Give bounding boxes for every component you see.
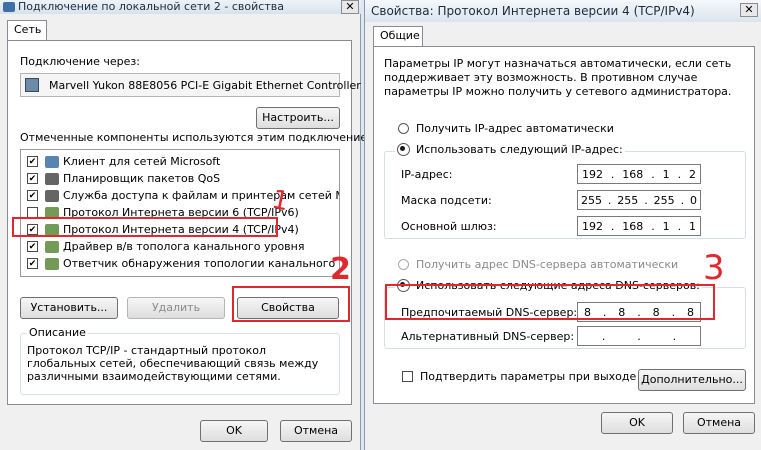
- component-label: Планировщик пакетов QoS: [63, 172, 221, 185]
- component-row[interactable]: Клиент для сетей Microsoft: [21, 154, 339, 171]
- mask-octet: 255: [580, 193, 602, 207]
- component-row[interactable]: Драйвер в/в тополога канального уровня: [21, 239, 339, 256]
- remove-button[interactable]: Удалить: [127, 297, 225, 319]
- manual-ip-group: Использовать следующий IP-адрес: IP-адре…: [384, 143, 746, 239]
- manual-ip-radio[interactable]: [397, 143, 410, 156]
- auto-dns-radio[interactable]: [398, 259, 409, 270]
- left-cancel-button[interactable]: Отмена: [280, 420, 352, 442]
- configure-button[interactable]: Настроить...: [256, 107, 340, 129]
- component-row[interactable]: Служба доступа к файлам и принтерам сете…: [21, 188, 339, 205]
- protocol-icon: [45, 241, 59, 253]
- mask-octet: 0: [689, 193, 697, 207]
- component-label: Ответчик обнаружения топологии канальног…: [63, 257, 339, 270]
- adapter-box: Marvell Yukon 88E8056 PCI-E Gigabit Ethe…: [20, 73, 361, 97]
- description-group: Описание Протокол TCP/IP - стандартный п…: [20, 326, 340, 395]
- ip-octet: 192: [581, 167, 603, 181]
- components-list: Клиент для сетей Microsoft Планировщик па…: [20, 149, 340, 277]
- component-checkbox[interactable]: [27, 241, 38, 252]
- gateway-octet: 1: [688, 219, 696, 233]
- intro-text: Параметры IP могут назначаться автоматич…: [384, 57, 732, 98]
- left-titlebar: Подключение по локальной сети 2 - свойст…: [0, 0, 361, 14]
- component-checkbox[interactable]: [27, 156, 38, 167]
- description-text: Протокол TCP/IP - стандартный протокол г…: [27, 344, 319, 383]
- auto-ip-label: Получить IP-адрес автоматически: [416, 122, 614, 135]
- right-close-icon[interactable]: ✕: [740, 3, 758, 17]
- left-window-title: Подключение по локальной сети 2 - свойст…: [18, 0, 284, 13]
- network-connection-properties-window: Подключение по локальной сети 2 - свойст…: [0, 0, 379, 450]
- adapter-icon: [25, 78, 39, 92]
- tab-network[interactable]: Сеть: [7, 20, 47, 40]
- alternate-dns-field[interactable]: . . .: [577, 326, 701, 346]
- ip-address-field[interactable]: 192. 168. 1. 2: [577, 164, 701, 184]
- components-label: Отмеченные компоненты используются этим …: [20, 131, 380, 144]
- component-label: Драйвер в/в тополога канального уровня: [63, 240, 305, 253]
- component-checkbox[interactable]: [27, 190, 38, 201]
- component-row[interactable]: Планировщик пакетов QoS: [21, 171, 339, 188]
- manual-ip-label: Использовать следующий IP-адрес:: [416, 143, 623, 156]
- right-cancel-button[interactable]: Отмена: [683, 412, 755, 434]
- annotation-number-2: 2: [330, 252, 351, 287]
- subnet-mask-field[interactable]: 255. 255. 255. 0: [577, 190, 701, 210]
- ipv4-properties-window: Свойства: Протокол Интернета версии 4 (T…: [364, 0, 761, 450]
- description-legend: Описание: [27, 326, 88, 339]
- gateway-field[interactable]: 192. 168. 1. 1: [577, 216, 701, 236]
- annotation-number-3: 3: [703, 248, 725, 288]
- ipv4-highlight-box: [12, 217, 278, 237]
- network-client-icon: [45, 156, 59, 168]
- component-label: Служба доступа к файлам и принтерам сете…: [63, 189, 339, 202]
- left-close-icon[interactable]: ✕: [341, 0, 359, 14]
- ip-label: IP-адрес:: [401, 168, 453, 181]
- qos-icon: [45, 173, 59, 185]
- ip-octet: 1: [662, 167, 670, 181]
- validate-label: Подтвердить параметры при выходе: [420, 370, 637, 383]
- preferred-dns-highlight-box: [385, 284, 715, 320]
- gateway-octet: 192: [581, 219, 603, 233]
- connect-via-label: Подключение через:: [20, 55, 140, 68]
- network-window-icon: [3, 2, 15, 12]
- component-row[interactable]: Ответчик обнаружения топологии канальног…: [21, 256, 339, 273]
- component-label: Клиент для сетей Microsoft: [63, 155, 221, 168]
- protocol-icon: [45, 258, 59, 270]
- left-ok-button[interactable]: OK: [200, 420, 268, 442]
- alternate-dns-label: Альтернативный DNS-сервер:: [401, 330, 575, 343]
- ip-octet: 2: [688, 167, 696, 181]
- right-titlebar: Свойства: Протокол Интернета версии 4 (T…: [365, 0, 761, 22]
- install-button[interactable]: Установить...: [20, 297, 118, 319]
- manual-ip-legend: Использовать следующий IP-адрес:: [395, 143, 625, 156]
- right-window-title: Свойства: Протокол Интернета версии 4 (T…: [371, 4, 695, 18]
- component-checkbox[interactable]: [27, 173, 38, 184]
- auto-ip-radio[interactable]: [398, 123, 409, 134]
- tab-general[interactable]: Общие: [373, 26, 423, 46]
- file-printer-icon: [45, 190, 59, 202]
- gateway-octet: 1: [662, 219, 670, 233]
- auto-dns-label: Получить адрес DNS-сервера автоматически: [416, 258, 679, 271]
- gateway-label: Основной шлюз:: [401, 220, 497, 233]
- mask-label: Маска подсети:: [401, 194, 492, 207]
- properties-highlight-box: [232, 286, 350, 322]
- general-tab-panel: Параметры IP могут назначаться автоматич…: [373, 46, 755, 404]
- right-ok-button[interactable]: OK: [601, 412, 673, 434]
- validate-checkbox[interactable]: [402, 371, 413, 382]
- mask-octet: 255: [617, 193, 639, 207]
- component-checkbox[interactable]: [27, 258, 38, 269]
- advanced-button[interactable]: Дополнительно...: [638, 369, 746, 391]
- mask-octet: 255: [653, 193, 675, 207]
- ip-octet: 168: [622, 167, 644, 181]
- gateway-octet: 168: [622, 219, 644, 233]
- adapter-name: Marvell Yukon 88E8056 PCI-E Gigabit Ethe…: [49, 79, 361, 92]
